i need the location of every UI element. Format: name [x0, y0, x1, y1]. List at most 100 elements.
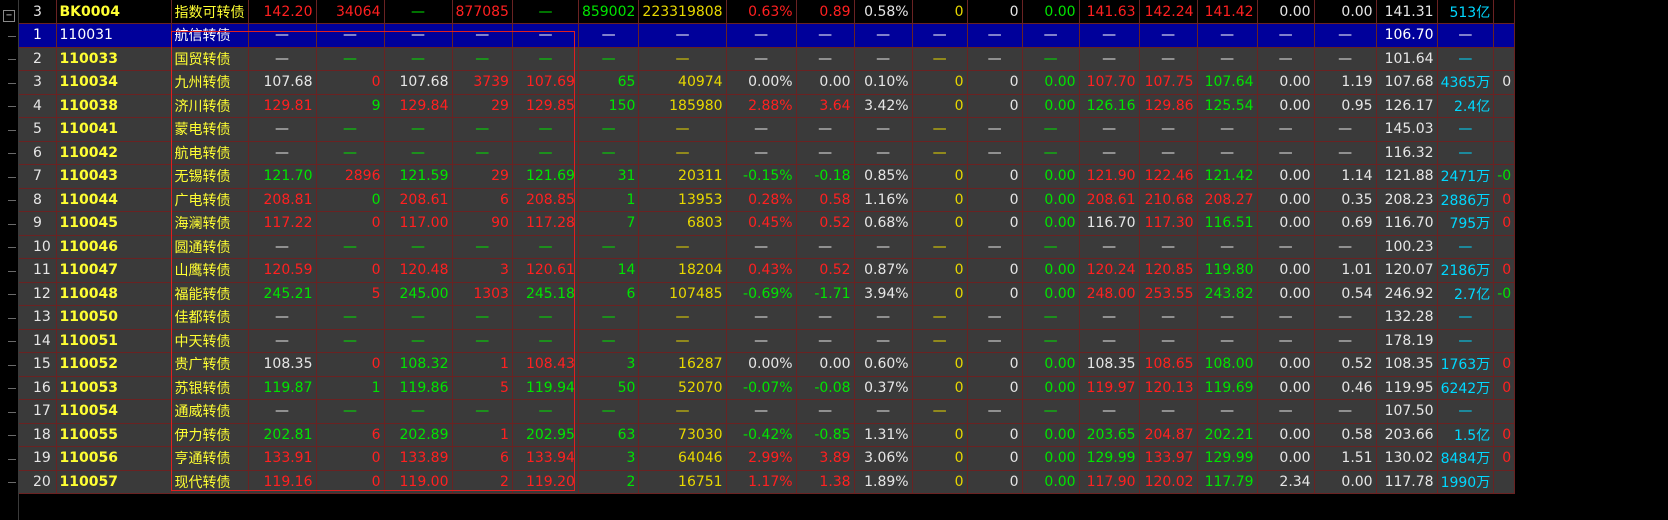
table-row[interactable]: 19 110056 亨通转债 133.91 0 133.89 6 133.94 3 64046 2.… — [19, 446, 1516, 471]
quote-cell: 3 — [578, 446, 640, 471]
quote-cell: — — [1314, 329, 1377, 353]
table-row[interactable]: 6 110042 航电转债 — — — — — — — — — — — — — — — — — —116.32— — [19, 141, 1516, 165]
quote-cell: 2896 — [316, 164, 385, 189]
minus-icon[interactable]: − — [3, 10, 15, 22]
quote-cell: — — [854, 23, 913, 48]
quote-cell: 0.00 — [1257, 376, 1315, 400]
quote-cell: — — [316, 47, 385, 71]
quote-cell: 0.54 — [1314, 282, 1377, 306]
quote-cell: 0.28% — [726, 188, 797, 212]
quote-cell: 0.52 — [796, 211, 855, 236]
quote-cell: 108.43 — [512, 352, 579, 377]
table-row[interactable]: 11 110047 山鹰转债 120.59 0 120.48 3 120.61 14 18204 0… — [19, 258, 1516, 283]
quote-cell: 0.00 — [1022, 423, 1080, 447]
quote-cell — [1493, 305, 1516, 330]
quote-cell: 107.68 — [248, 70, 317, 95]
quote-cell: 119.86 — [384, 376, 453, 400]
quote-cell: 2.88% — [726, 94, 797, 118]
quote-cell: — — [452, 305, 513, 330]
table-row[interactable]: 17 110054 通威转债 — — — — — — — — — — — — — — — — — —107.50— — [19, 399, 1516, 424]
quote-cell: — — [1022, 47, 1080, 71]
quote-cell: 0 — [912, 282, 968, 306]
quote-cell: — — [452, 23, 513, 48]
quote-cell: 0 — [967, 164, 1023, 189]
tree-branch — [8, 294, 16, 295]
quote-cell: 0.00 — [1314, 470, 1377, 494]
quote-cell — [1493, 329, 1516, 353]
quote-cell: — — [384, 0, 453, 24]
quote-cell: — — [316, 399, 385, 424]
quote-cell: 119.16 — [248, 470, 317, 494]
tree-branch — [8, 176, 16, 178]
row-number: 7 — [19, 164, 57, 189]
table-row[interactable]: 8 110044 广电转债 208.81 0 208.61 6 208.85 1 13953 0.2… — [19, 188, 1516, 212]
quote-cell: — — [967, 399, 1023, 424]
table-row[interactable]: 14 110051 中天转债 — — — — — — — — — — — — — — — — — —178.19— — [19, 329, 1516, 353]
tree-branch — [8, 59, 16, 60]
tree-branch — [8, 153, 16, 154]
quote-cell: — — [854, 235, 913, 259]
table-row[interactable]: 13 110050 佳都转债 — — — — — — — — — — — — — — — — — —132.28— — [19, 305, 1516, 330]
quote-cell: — — [1257, 305, 1315, 330]
bond-name: 广电转债 — [171, 188, 249, 212]
quote-cell: 121.42 — [1197, 164, 1258, 189]
quote-cell: 0 — [967, 352, 1023, 377]
quote-cell: 121.88 — [1376, 164, 1438, 189]
quote-cell: — — [316, 117, 385, 142]
quote-cell: 107.75 — [1139, 70, 1198, 95]
quote-cell: 223319808 — [638, 0, 727, 24]
quote-cell: — — [912, 47, 968, 71]
bond-name: 通威转债 — [171, 399, 249, 424]
quote-cell: 208.85 — [512, 188, 579, 212]
table-row[interactable]: 1 110031 航信转债 — — — — — — — — — — — — — — — — — —106.70— — [19, 23, 1516, 48]
quote-cell: — — [1437, 399, 1495, 424]
quote-cell: 0 — [316, 258, 385, 283]
table-row[interactable]: 16 110053 苏银转债 119.87 1 119.86 5 119.94 50 52070-… — [19, 376, 1516, 400]
quote-cell: 0.00 — [1022, 446, 1080, 471]
quote-cell: 126.16 — [1079, 94, 1140, 118]
quote-cell: — — [1197, 235, 1258, 259]
quote-cell: — — [1437, 117, 1495, 142]
table-row[interactable]: 18 110055 伊力转债 202.81 6 202.89 1 202.95 63 73030-… — [19, 423, 1516, 447]
quote-cell: — — [512, 329, 579, 353]
row-number: 16 — [19, 376, 57, 400]
table-row[interactable]: 10 110046 圆通转债 — — — — — — — — — — — — — — — — — —100.23— — [19, 235, 1516, 259]
quote-cell: 795万 — [1437, 211, 1495, 236]
bond-name: 佳都转债 — [171, 305, 249, 330]
quote-cell: 0.00 — [1022, 352, 1080, 377]
index-row[interactable]: 3 BK0004 指数可转债 142.20 34064—877085—859002 223… — [19, 0, 1516, 24]
quote-cell: 0.00 — [1022, 211, 1080, 236]
table-row[interactable]: 2 110033 国贸转债 — — — — — — — — — — — — — — — — — —101.64— — [19, 47, 1516, 71]
quote-cell: 204.87 — [1139, 423, 1198, 447]
quote-cell: 0 — [1493, 70, 1516, 95]
table-row[interactable]: 12 110048 福能转债 245.21 5 245.00 1303 245.18 6 1074… — [19, 282, 1516, 306]
quote-cell: — — [1022, 235, 1080, 259]
table-row[interactable]: 5 110041 蒙电转债 — — — — — — — — — — — — — — — — — —145.03— — [19, 117, 1516, 142]
quote-cell: -0.08 — [796, 376, 855, 400]
quote-cell: — — [384, 117, 453, 142]
table-row[interactable]: 9 110045 海澜转债 117.22 0 117.00 90 117.28 7 6803 0.4… — [19, 211, 1516, 236]
quote-cell: 0.00 — [1022, 282, 1080, 306]
quote-cell: 2.34 — [1257, 470, 1315, 494]
table-row[interactable]: 4 110038 济川转债 129.81 9 129.84 29 129.85 150 18598… — [19, 94, 1516, 118]
quote-cell: 3.64 — [796, 94, 855, 118]
bond-name: 指数可转债 — [171, 0, 249, 24]
table-row[interactable]: 15 110052 贵广转债 108.35 0 108.32 1 108.43 3 16287 0.… — [19, 352, 1516, 377]
quote-cell: — — [512, 47, 579, 71]
quote-cell: 133.91 — [248, 446, 317, 471]
quote-cell: 117.30 — [1139, 211, 1198, 236]
quote-cell: 0.00 — [1257, 446, 1315, 471]
quote-cell: — — [796, 141, 855, 165]
quote-cell: 119.69 — [1197, 376, 1258, 400]
quote-cell: — — [1139, 117, 1198, 142]
quote-cell: — — [384, 23, 453, 48]
quote-cell: — — [726, 329, 797, 353]
quote-cell: 0 — [1493, 258, 1516, 283]
table-row[interactable]: 7 110043 无锡转债 121.70 2896 121.59 29 121.69 31 203… — [19, 164, 1516, 189]
table-row[interactable]: 20 110057 现代转债 119.16 0 119.00 2 119.20 2 16751 1.… — [19, 470, 1516, 494]
table-row[interactable]: 3 110034 九州转债 107.68 0 107.68 3739 107.69 65 4097… — [19, 70, 1516, 95]
quote-cell: 0 — [967, 211, 1023, 236]
bond-name: 海澜转债 — [171, 211, 249, 236]
quote-cell: -0 — [1493, 282, 1516, 306]
tree-branch — [8, 482, 16, 483]
